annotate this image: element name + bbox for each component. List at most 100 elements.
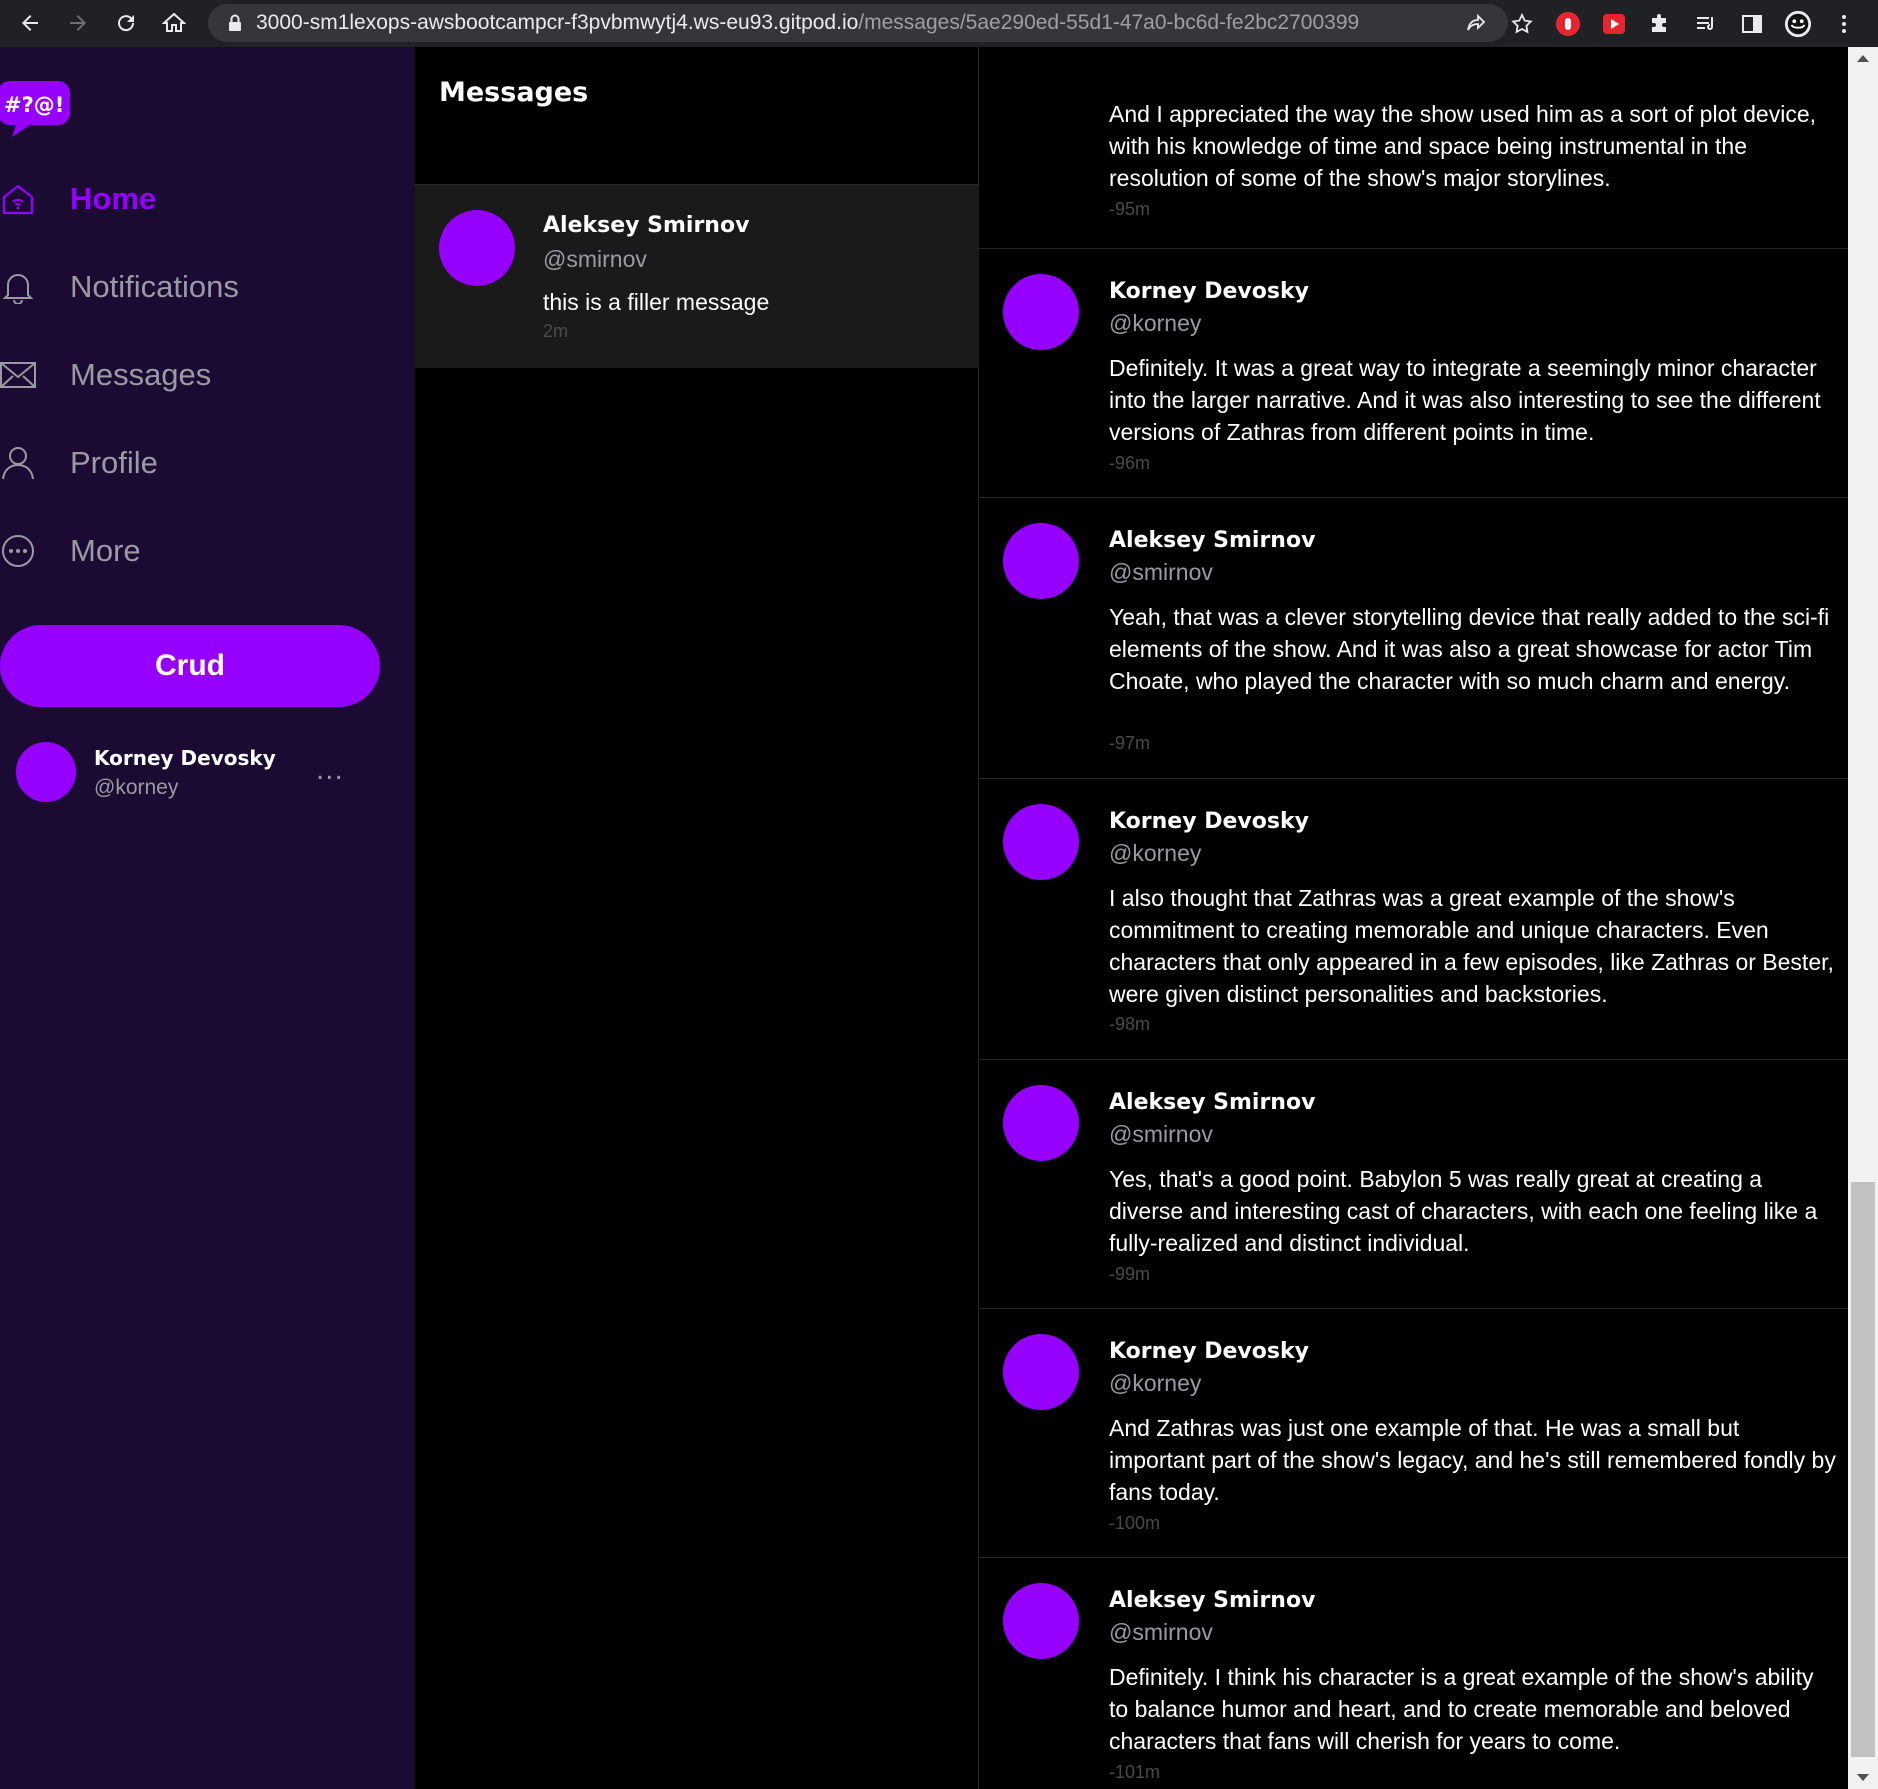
back-arrow-icon xyxy=(22,15,38,31)
message-text: Yeah, that was a clever storytelling dev… xyxy=(1109,604,1830,694)
message-display-name: Korney Devosky xyxy=(1109,1339,1309,1364)
avatar xyxy=(439,210,515,286)
house-icon xyxy=(162,12,186,32)
message-time: -95m xyxy=(1109,199,1151,219)
home-icon xyxy=(0,181,36,217)
logo-text: #?@! xyxy=(4,93,64,117)
sidebar-item-notifications[interactable]: Notifications xyxy=(0,257,239,317)
sidebar-item-messages[interactable]: Messages xyxy=(0,345,211,405)
group-last-message: this is a filler message xyxy=(543,289,770,315)
message-handle: @korney xyxy=(1109,1370,1202,1396)
media-queue-icon[interactable] xyxy=(1692,10,1720,38)
message-time: -101m xyxy=(1109,1762,1161,1782)
message-handle: @korney xyxy=(1109,310,1202,336)
url-host: 3000-sm1lexops-awsbootcampcr-f3pvbmwytj4… xyxy=(256,11,859,34)
message-text: And I appreciated the way the show used … xyxy=(1109,101,1817,191)
avatar xyxy=(1003,274,1079,350)
app-logo[interactable]: #?@! xyxy=(0,79,72,137)
message-handle: @smirnov xyxy=(1109,559,1213,585)
sidebar-item-home[interactable]: Home xyxy=(0,169,156,229)
red-extension-icon[interactable] xyxy=(1554,10,1582,38)
person-icon xyxy=(0,445,36,481)
group-time: 2m xyxy=(543,321,569,341)
home-browser-button[interactable] xyxy=(154,3,194,43)
message-time: -98m xyxy=(1109,1014,1151,1034)
sidebar-item-profile[interactable]: Profile xyxy=(0,433,158,493)
message-display-name: Korney Devosky xyxy=(1109,809,1309,834)
message-handle: @korney xyxy=(1109,840,1202,866)
lock-icon xyxy=(229,14,241,31)
crud-button[interactable]: Crud xyxy=(0,625,380,707)
puzzle-extensions-icon[interactable] xyxy=(1646,10,1674,38)
sidebar: #?@! Home Notifications Messages Profile… xyxy=(0,47,415,1789)
extension-bar xyxy=(1462,0,1858,47)
sidebar-item-label: Home xyxy=(70,181,157,216)
message-text: I also thought that Zathras was a great … xyxy=(1109,885,1834,1007)
message-item: Aleksey Smirnov @smirnov Yes, that's a g… xyxy=(979,1060,1848,1309)
sidebar-item-label: Notifications xyxy=(70,269,239,304)
message-handle: @smirnov xyxy=(1109,1619,1213,1645)
profile-name: Korney Devosky xyxy=(94,746,276,770)
message-time: -100m xyxy=(1109,1513,1161,1533)
message-item: Aleksey Smirnov @smirnov Definitely. I t… xyxy=(979,1558,1848,1789)
scrollbar-thumb[interactable] xyxy=(1851,1182,1875,1757)
reload-icon xyxy=(118,15,135,32)
forward-button[interactable] xyxy=(58,3,98,43)
share-icon[interactable] xyxy=(1462,10,1490,38)
message-text: Definitely. It was a great way to integr… xyxy=(1109,355,1821,445)
back-button[interactable] xyxy=(10,3,50,43)
message-display-name: Aleksey Smirnov xyxy=(1109,1090,1316,1115)
message-handle: @smirnov xyxy=(1109,1121,1213,1147)
avatar xyxy=(1003,804,1079,880)
sidebar-item-label: Profile xyxy=(70,445,158,480)
scroll-down-arrow-icon[interactable] xyxy=(1857,1774,1869,1781)
side-panel-icon[interactable] xyxy=(1738,10,1766,38)
group-display-name: Aleksey Smirnov xyxy=(543,213,750,238)
message-item: Korney Devosky @korney And Zathras was j… xyxy=(979,1309,1848,1558)
profile-avatar-icon[interactable] xyxy=(1784,10,1812,38)
message-time: -99m xyxy=(1109,1264,1151,1284)
profile-more-button[interactable]: ... xyxy=(316,756,344,786)
sidebar-item-label: Messages xyxy=(70,357,212,392)
message-text: And Zathras was just one example of that… xyxy=(1109,1415,1836,1505)
message-group-item[interactable]: Aleksey Smirnov @smirnov this is a fille… xyxy=(415,185,979,368)
message-item: Korney Devosky @korney Definitely. It wa… xyxy=(979,249,1848,498)
profile-info[interactable]: Korney Devosky @korney ... xyxy=(16,742,356,808)
message-item: And I appreciated the way the show used … xyxy=(979,47,1848,249)
message-display-name: Aleksey Smirnov xyxy=(1109,528,1316,553)
avatar xyxy=(16,742,76,802)
message-item: Korney Devosky @korney I also thought th… xyxy=(979,779,1848,1060)
conversation-panel: And I appreciated the way the show used … xyxy=(979,47,1848,1789)
avatar xyxy=(1003,1334,1079,1410)
kebab-menu-icon[interactable] xyxy=(1830,10,1858,38)
sidebar-item-more[interactable]: More xyxy=(0,521,141,581)
reload-button[interactable] xyxy=(106,3,146,43)
bell-icon xyxy=(0,269,36,305)
app-page: #?@! Home Notifications Messages Profile… xyxy=(0,47,1878,1789)
forward-arrow-icon xyxy=(70,15,86,31)
avatar xyxy=(1003,1583,1079,1659)
avatar xyxy=(1003,523,1079,599)
avatar xyxy=(1003,1085,1079,1161)
group-handle: @smirnov xyxy=(543,246,647,272)
message-time: -96m xyxy=(1109,453,1151,473)
message-text: Yes, that's a good point. Babylon 5 was … xyxy=(1109,1166,1818,1256)
video-extension-icon[interactable] xyxy=(1600,10,1628,38)
page-title: Messages xyxy=(439,77,589,108)
url-text: 3000-sm1lexops-awsbootcampcr-f3pvbmwytj4… xyxy=(256,11,1359,35)
scroll-up-arrow-icon[interactable] xyxy=(1857,55,1869,62)
message-display-name: Korney Devosky xyxy=(1109,279,1309,304)
page-scrollbar[interactable] xyxy=(1848,47,1878,1789)
more-circle-icon xyxy=(0,533,36,569)
message-time: -97m xyxy=(1109,733,1151,753)
address-bar[interactable]: 3000-sm1lexops-awsbootcampcr-f3pvbmwytj4… xyxy=(208,4,1508,42)
message-text: Definitely. I think his character is a g… xyxy=(1109,1664,1814,1754)
message-display-name: Aleksey Smirnov xyxy=(1109,1588,1316,1613)
profile-handle: @korney xyxy=(94,776,179,799)
message-item: Aleksey Smirnov @smirnov Yeah, that was … xyxy=(979,498,1848,779)
message-groups-panel: Messages Aleksey Smirnov @smirnov this i… xyxy=(415,47,979,1789)
browser-toolbar: 3000-sm1lexops-awsbootcampcr-f3pvbmwytj4… xyxy=(0,0,1878,47)
bookmark-star-icon[interactable] xyxy=(1508,10,1536,38)
url-path: /messages/5ae290ed-55d1-47a0-bc6d-fe2bc2… xyxy=(858,11,1360,34)
sidebar-item-label: More xyxy=(70,533,141,568)
